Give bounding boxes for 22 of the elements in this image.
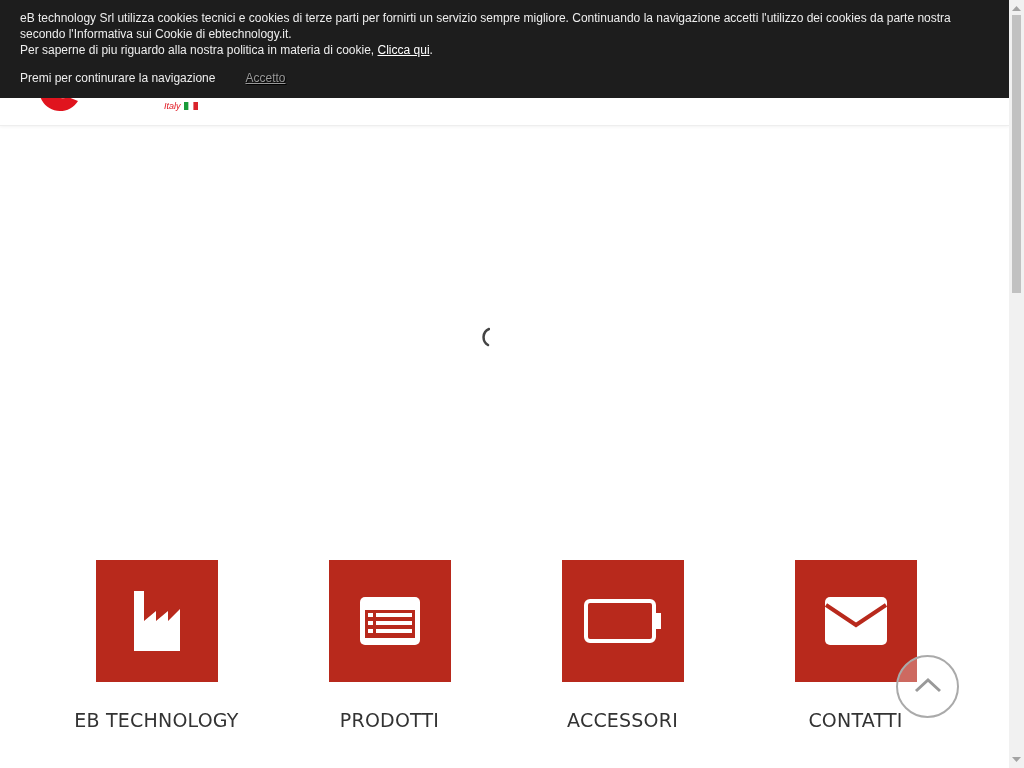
chevron-up-icon (913, 676, 942, 693)
scrollbar-thumb[interactable] (1012, 15, 1021, 293)
feature-tile[interactable] (328, 560, 451, 682)
feature-link[interactable]: ACCESSORI (567, 709, 678, 731)
feature-tile[interactable] (561, 560, 684, 682)
flag-icon (183, 102, 198, 110)
battery-icon (583, 599, 662, 643)
logo-tagline: Italy (164, 101, 181, 111)
feature-link[interactable]: EB TECHNOLOGY (74, 709, 239, 731)
loading-spinner-icon (481, 327, 490, 347)
cookie-policy-text: Per saperne di piu riguardo alla nostra politica in materia di cookie, Clicca qui. (20, 42, 434, 58)
feature-link[interactable]: PRODOTTI (339, 709, 440, 731)
continue-text: Premi per continurare la navigazione (20, 71, 216, 85)
feature-link[interactable]: CONTATTI (808, 709, 903, 731)
list-icon (359, 597, 420, 645)
feature-tile[interactable] (95, 560, 218, 682)
scrollbar[interactable] (1009, 0, 1024, 768)
envelope-icon (824, 597, 887, 645)
cookie-message: eB technology Srl utilizza cookies tecnici e cookies di terze parti per fornirti un servizio sempre migliore. Continuando la navigazione accetti l'utilizzo dei cookies da parte nostra secondo l'Informativa sui Cookie di ebtechnology.it. (20, 10, 952, 42)
policy-link[interactable]: Clicca qui (377, 43, 430, 57)
accept-button[interactable]: Accetto (245, 71, 286, 85)
feature-tile[interactable] (794, 560, 917, 682)
